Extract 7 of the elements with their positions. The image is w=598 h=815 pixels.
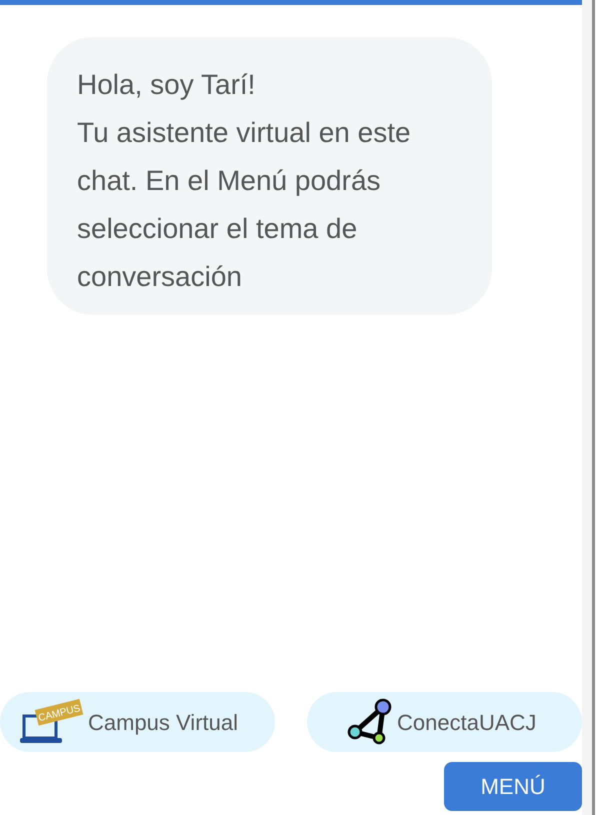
greeting-text: Hola, soy Tarí! [77, 68, 256, 102]
scrollbar[interactable] [582, 0, 595, 815]
network-icon [345, 698, 393, 746]
menu-button[interactable]: MENÚ [444, 762, 582, 811]
message-text: Tu asistente virtual en este chat. En el Menú podrás seleccionar el tema de conversación [77, 116, 412, 294]
shortcut-button[interactable]: ConectaUACJ [307, 692, 582, 752]
shortcut-button[interactable]: CAMPUS Campus Virtual [0, 692, 275, 752]
